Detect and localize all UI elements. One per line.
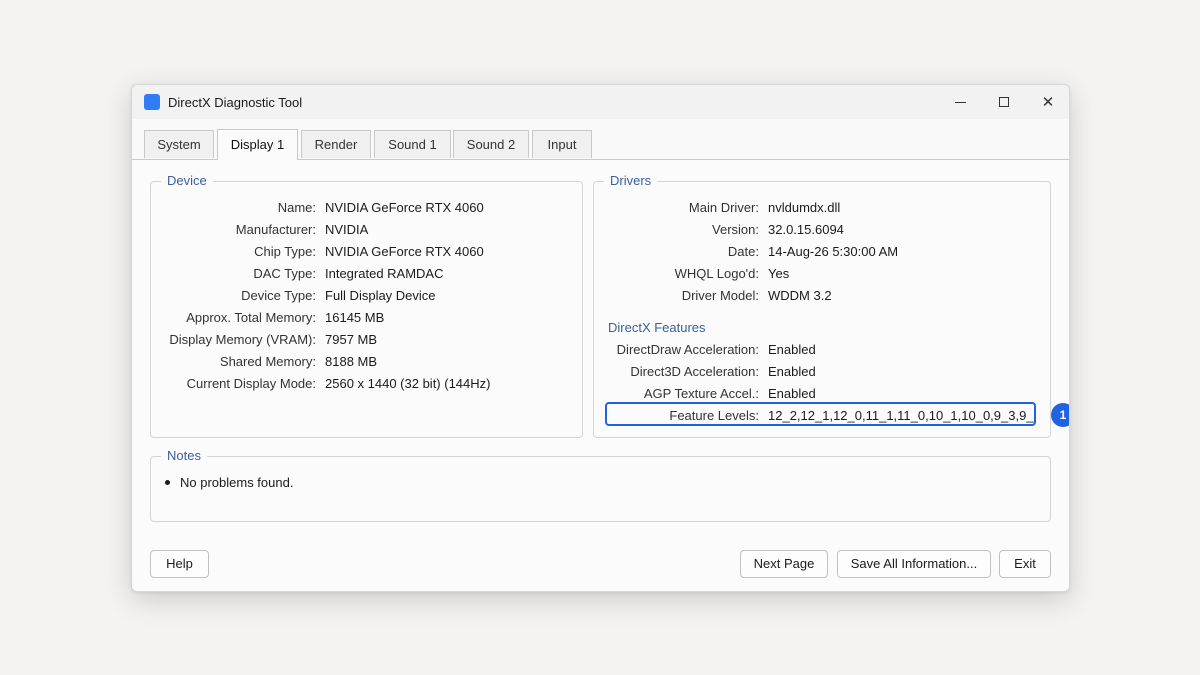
total-memory-value: 16145 MB xyxy=(325,310,385,325)
feature-row-agp: AGP Texture Accel.: Enabled xyxy=(594,384,1050,404)
maximize-button[interactable] xyxy=(982,85,1026,119)
save-all-information-button[interactable]: Save All Information... xyxy=(837,550,991,578)
chip-type-label: Chip Type: xyxy=(254,244,316,259)
feature-row-directdraw: DirectDraw Acceleration: Enabled xyxy=(594,340,1050,360)
directx-features-title: DirectX Features xyxy=(608,320,706,335)
bullet-icon xyxy=(165,480,170,486)
driver-row-version: Version: 32.0.15.6094 xyxy=(594,220,1050,240)
dac-type-value: Integrated RAMDAC xyxy=(325,266,444,281)
tab-system[interactable]: System xyxy=(144,130,214,158)
directdraw-value: Enabled xyxy=(768,342,816,357)
manufacturer-value: NVIDIA xyxy=(325,222,369,237)
notes-group-title: Notes xyxy=(161,448,207,463)
window-title: DirectX Diagnostic Tool xyxy=(168,95,303,110)
drivers-group-title: Drivers xyxy=(604,173,658,188)
next-page-button[interactable]: Next Page xyxy=(740,550,828,578)
date-label: Date: xyxy=(727,244,759,259)
feature-levels-label: Feature Levels: xyxy=(669,408,759,423)
version-label: Version: xyxy=(712,222,759,237)
whql-label: WHQL Logo'd: xyxy=(674,266,759,281)
tab-sound-1[interactable]: Sound 1 xyxy=(374,130,451,158)
display-mode-value: 2560 x 1440 (32 bit) (144Hz) xyxy=(325,376,491,391)
device-type-label: Device Type: xyxy=(241,288,316,303)
drivers-group: Drivers Main Driver: nvldumdx.dll Versio… xyxy=(593,173,1051,438)
device-row-device-type: Device Type: Full Display Device xyxy=(151,286,582,306)
driver-row-main-driver: Main Driver: nvldumdx.dll xyxy=(594,198,1050,218)
driver-row-whql: WHQL Logo'd: Yes xyxy=(594,264,1050,284)
title-bar[interactable]: DirectX Diagnostic Tool ✕ xyxy=(132,85,1069,119)
device-type-value: Full Display Device xyxy=(325,288,436,303)
manufacturer-label: Manufacturer: xyxy=(235,222,316,237)
feature-row-feature-levels: Feature Levels: 12_2,12_1,12_0,11_1,11_0… xyxy=(594,406,1050,426)
shared-memory-label: Shared Memory: xyxy=(219,354,316,369)
device-group-title: Device xyxy=(161,173,213,188)
display-mode-label: Current Display Mode: xyxy=(186,376,316,391)
note-text: No problems found. xyxy=(180,475,294,490)
driver-model-label: Driver Model: xyxy=(681,288,759,303)
driver-row-date: Date: 14-Aug-26 5:30:00 AM xyxy=(594,242,1050,262)
driver-row-driver-model: Driver Model: WDDM 3.2 xyxy=(594,286,1050,306)
date-value: 14-Aug-26 5:30:00 AM xyxy=(768,244,899,259)
vram-label: Display Memory (VRAM): xyxy=(169,332,316,347)
main-driver-label: Main Driver: xyxy=(688,200,759,215)
annotation-badge: 1 xyxy=(1051,403,1069,427)
dxdiag-window: DirectX Diagnostic Tool ✕ System Display… xyxy=(131,84,1070,592)
device-row-display-mode: Current Display Mode: 2560 x 1440 (32 bi… xyxy=(151,374,582,394)
device-name-value: NVIDIA GeForce RTX 4060 xyxy=(325,200,484,215)
exit-button[interactable]: Exit xyxy=(999,550,1051,578)
tab-sound-2[interactable]: Sound 2 xyxy=(453,130,529,158)
device-row-chip-type: Chip Type: NVIDIA GeForce RTX 4060 xyxy=(151,242,582,262)
tab-input[interactable]: Input xyxy=(532,130,592,158)
display-tab-panel: Device Name: NVIDIA GeForce RTX 4060 Man… xyxy=(132,159,1069,591)
vram-value: 7957 MB xyxy=(325,332,378,347)
direct3d-value: Enabled xyxy=(768,364,816,379)
shared-memory-value: 8188 MB xyxy=(325,354,378,369)
minimize-icon xyxy=(954,101,966,103)
chip-type-value: NVIDIA GeForce RTX 4060 xyxy=(325,244,484,259)
main-driver-value: nvldumdx.dll xyxy=(768,200,841,215)
notes-group: Notes No problems found. xyxy=(150,448,1051,522)
device-row-dac-type: DAC Type: Integrated RAMDAC xyxy=(151,264,582,284)
device-row-total-memory: Approx. Total Memory: 16145 MB xyxy=(151,308,582,328)
driver-model-value: WDDM 3.2 xyxy=(768,288,832,303)
direct3d-label: Direct3D Acceleration: xyxy=(630,364,759,379)
close-button[interactable]: ✕ xyxy=(1026,85,1069,119)
version-value: 32.0.15.6094 xyxy=(768,222,844,237)
total-memory-label: Approx. Total Memory: xyxy=(186,310,316,325)
minimize-button[interactable] xyxy=(938,85,982,119)
agp-texture-value: Enabled xyxy=(768,386,816,401)
tab-display-1[interactable]: Display 1 xyxy=(217,129,298,160)
directdraw-label: DirectDraw Acceleration: xyxy=(616,342,759,357)
help-button[interactable]: Help xyxy=(150,550,209,578)
maximize-icon xyxy=(999,97,1009,107)
device-group: Device Name: NVIDIA GeForce RTX 4060 Man… xyxy=(150,173,583,438)
device-row-manufacturer: Manufacturer: NVIDIA xyxy=(151,220,582,240)
feature-levels-value: 12_2,12_1,12_0,11_1,11_0,10_1,10_0,9_3,9… xyxy=(768,408,1034,423)
device-name-label: Name: xyxy=(277,200,316,215)
device-row-shared-memory: Shared Memory: 8188 MB xyxy=(151,352,582,372)
dac-type-label: DAC Type: xyxy=(253,266,316,281)
agp-texture-label: AGP Texture Accel.: xyxy=(643,386,759,401)
tab-render[interactable]: Render xyxy=(301,130,371,158)
directx-app-icon xyxy=(144,94,160,110)
device-row-vram: Display Memory (VRAM): 7957 MB xyxy=(151,330,582,350)
whql-value: Yes xyxy=(768,266,790,281)
close-icon: ✕ xyxy=(1041,93,1055,111)
note-item: No problems found. xyxy=(165,475,293,490)
device-row-name: Name: NVIDIA GeForce RTX 4060 xyxy=(151,198,582,218)
feature-row-direct3d: Direct3D Acceleration: Enabled xyxy=(594,362,1050,382)
